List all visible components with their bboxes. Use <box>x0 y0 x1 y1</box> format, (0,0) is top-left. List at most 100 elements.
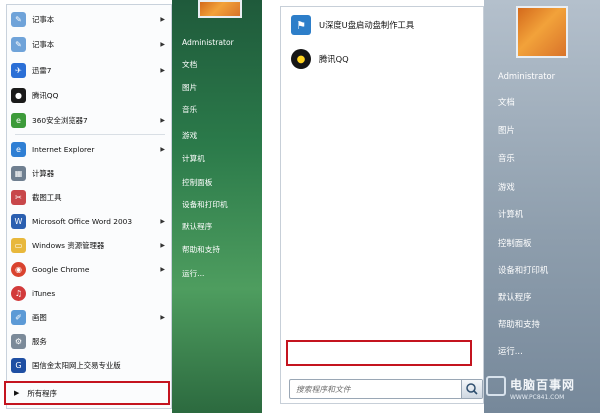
program-list: ✎ 记事本 ▶ ✎ 记事本 ▶ ✈ 迅雷7 ▶ ● 腾讯QQ e 360安全浏览… <box>6 4 172 409</box>
devices-printers-link[interactable]: 设备和打印机 <box>498 264 548 276</box>
explorer-folder-icon: ▭ <box>11 237 26 253</box>
highlight-box <box>286 340 472 366</box>
program-label: Windows 资源管理器 <box>32 240 105 250</box>
submenu-arrow-icon: ▶ <box>160 265 165 273</box>
program-label: 记事本 <box>32 39 55 49</box>
pictures-link[interactable]: 图片 <box>498 124 515 136</box>
word-icon: W <box>11 213 26 229</box>
watermark-url: WWW.PC841.COM <box>510 394 565 401</box>
qq-penguin-icon: ● <box>11 87 26 103</box>
games-link[interactable]: 游戏 <box>498 181 515 193</box>
watermark: 电脑百事网 WWW.PC841.COM <box>486 376 598 406</box>
control-panel-link[interactable]: 控制面板 <box>182 177 212 188</box>
separator <box>15 134 165 135</box>
list-item[interactable]: ▭ Windows 资源管理器 ▶ <box>11 234 169 256</box>
computer-link[interactable]: 计算机 <box>182 153 205 164</box>
right-column: Administrator 文档 图片 音乐 游戏 计算机 控制面板 设备和打印… <box>484 0 600 413</box>
start-menu-left: ✎ 记事本 ▶ ✎ 记事本 ▶ ✈ 迅雷7 ▶ ● 腾讯QQ e 360安全浏览… <box>0 0 262 413</box>
notepad-icon: ✎ <box>11 36 26 52</box>
program-label: 截图工具 <box>32 192 62 202</box>
program-label: U深度U盘启动盘制作工具 <box>319 20 415 30</box>
documents-link[interactable]: 文档 <box>498 96 515 108</box>
submenu-arrow-icon: ▶ <box>160 217 165 225</box>
list-item[interactable]: ✐ 画图 ▶ <box>11 306 169 328</box>
search-icon[interactable] <box>461 380 482 398</box>
list-item[interactable]: e 360安全浏览器7 ▶ <box>11 109 169 131</box>
documents-link[interactable]: 文档 <box>182 59 197 70</box>
user-name-link[interactable]: Administrator <box>498 71 555 81</box>
list-item[interactable]: ✎ 记事本 ▶ <box>11 8 169 30</box>
program-label: Microsoft Office Word 2003 <box>32 216 133 226</box>
program-label: 腾讯QQ <box>319 54 349 64</box>
computer-link[interactable]: 计算机 <box>498 208 523 220</box>
program-label: 360安全浏览器7 <box>32 115 88 125</box>
list-item[interactable]: ⚙ 服务 <box>11 330 169 352</box>
list-item[interactable]: ◉ Google Chrome ▶ <box>11 258 169 280</box>
list-item[interactable]: ✎ 记事本 ▶ <box>11 33 169 55</box>
list-item[interactable]: ✈ 迅雷7 ▶ <box>11 59 169 81</box>
help-support-link[interactable]: 帮助和支持 <box>182 244 220 255</box>
program-label: Google Chrome <box>32 264 90 274</box>
itunes-icon: ♫ <box>11 285 26 301</box>
program-label: 服务 <box>32 336 47 346</box>
submenu-arrow-icon: ▶ <box>160 40 165 48</box>
music-link[interactable]: 音乐 <box>182 104 197 115</box>
submenu-arrow-icon: ▶ <box>160 116 165 124</box>
help-support-link[interactable]: 帮助和支持 <box>498 318 540 330</box>
ie-icon: e <box>11 141 26 157</box>
submenu-arrow-icon: ▶ <box>160 313 165 321</box>
submenu-arrow-icon: ▶ <box>160 66 165 74</box>
list-item[interactable]: G 国信金太阳网上交易专业版 <box>11 354 169 376</box>
list-item[interactable]: ▦ 计算器 <box>11 162 169 184</box>
watermark-title: 电脑百事网 <box>510 378 576 392</box>
calculator-icon: ▦ <box>11 165 26 181</box>
program-label: 计算器 <box>32 168 55 178</box>
default-programs-link[interactable]: 默认程序 <box>182 221 212 232</box>
xunlei-icon: ✈ <box>11 62 26 78</box>
default-programs-link[interactable]: 默认程序 <box>498 291 532 303</box>
list-item[interactable]: W Microsoft Office Word 2003 ▶ <box>11 210 169 232</box>
submenu-arrow-icon: ▶ <box>160 15 165 23</box>
snipping-tool-icon: ✂ <box>11 189 26 205</box>
right-column: Administrator 文档 图片 音乐 游戏 计算机 控制面板 设备和打印… <box>172 0 262 413</box>
arrow-right-icon: ▶ <box>14 389 20 397</box>
services-gear-icon: ⚙ <box>11 333 26 349</box>
program-label: 腾讯QQ <box>32 90 59 100</box>
user-name-link[interactable]: Administrator <box>182 38 234 47</box>
program-label: iTunes <box>32 288 56 298</box>
list-item[interactable]: ⚑ U深度U盘启动盘制作工具 <box>291 13 414 37</box>
watermark-logo-icon <box>486 376 506 396</box>
search-input[interactable]: 搜索程序和文件 <box>289 379 483 399</box>
guosen-icon: G <box>11 357 26 373</box>
chrome-icon: ◉ <box>11 261 26 277</box>
submenu-arrow-icon: ▶ <box>160 145 165 153</box>
notepad-icon: ✎ <box>11 11 26 27</box>
user-avatar[interactable] <box>516 6 568 58</box>
all-programs-button[interactable]: ▶ 所有程序 <box>4 381 170 405</box>
list-item[interactable]: ● 腾讯QQ <box>291 47 349 71</box>
qq-penguin-icon: ● <box>291 49 311 69</box>
360-browser-icon: e <box>11 112 26 128</box>
run-link[interactable]: 运行... <box>182 268 204 279</box>
devices-printers-link[interactable]: 设备和打印机 <box>182 199 228 210</box>
list-item[interactable]: e Internet Explorer ▶ <box>11 138 169 160</box>
search-placeholder: 搜索程序和文件 <box>296 385 351 394</box>
program-label: Internet Explorer <box>32 144 95 154</box>
list-item[interactable]: ♫ iTunes <box>11 282 169 304</box>
program-label: 迅雷7 <box>32 65 52 75</box>
program-label: 画图 <box>32 312 47 322</box>
program-label: 记事本 <box>32 14 55 24</box>
all-programs-label: 所有程序 <box>27 388 57 398</box>
pictures-link[interactable]: 图片 <box>182 82 197 93</box>
games-link[interactable]: 游戏 <box>182 130 197 141</box>
user-avatar[interactable] <box>198 0 242 18</box>
list-item[interactable]: ✂ 截图工具 <box>11 186 169 208</box>
paint-icon: ✐ <box>11 309 26 325</box>
run-link[interactable]: 运行... <box>498 345 523 357</box>
control-panel-link[interactable]: 控制面板 <box>498 237 532 249</box>
list-item[interactable]: ● 腾讯QQ <box>11 84 169 106</box>
program-label: 国信金太阳网上交易专业版 <box>32 360 121 370</box>
submenu-arrow-icon: ▶ <box>160 241 165 249</box>
music-link[interactable]: 音乐 <box>498 152 515 164</box>
udisk-tool-icon: ⚑ <box>291 15 311 35</box>
